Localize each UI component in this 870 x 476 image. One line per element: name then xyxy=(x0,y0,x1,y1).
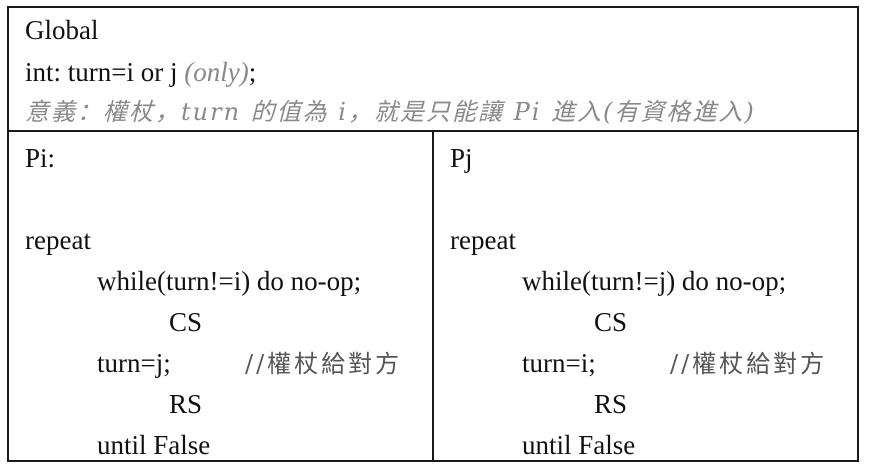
declaration-text: int: turn=i or j xyxy=(25,57,185,87)
pj-comment: //權杖給對方 xyxy=(670,350,828,378)
pj-header: Pj xyxy=(450,143,473,173)
pi-repeat: repeat xyxy=(25,225,91,255)
pi-rs: RS xyxy=(169,389,203,419)
declaration-end: ; xyxy=(248,57,257,87)
pi-assign: turn=j; xyxy=(97,348,171,378)
pi-cs: CS xyxy=(169,307,203,337)
pj-assign: turn=i; xyxy=(522,348,596,378)
algorithm-table: Global int: turn=i or j (only); 意義：權杖，tu… xyxy=(7,6,859,462)
global-title: Global xyxy=(25,15,99,45)
pj-rs: RS xyxy=(594,389,628,419)
pi-until: until False xyxy=(97,430,211,460)
pi-header: Pi: xyxy=(25,143,56,173)
pj-cs: CS xyxy=(594,307,628,337)
pi-while: while(turn!=i) do no-op; xyxy=(97,266,362,296)
declaration-only: (only) xyxy=(184,57,249,87)
process-pj-column: Pj repeat while(turn!=j) do no-op; CS tu… xyxy=(434,132,859,462)
global-note: 意義：權杖，turn 的值為 i，就是只能讓 Pi 進入(有資格進入) xyxy=(25,98,756,126)
pj-until: until False xyxy=(522,430,636,460)
process-pi-column: Pi: repeat while(turn!=i) do no-op; CS t… xyxy=(9,132,434,462)
pj-repeat: repeat xyxy=(450,225,516,255)
global-section: Global int: turn=i or j (only); 意義：權杖，tu… xyxy=(9,8,857,132)
pj-while: while(turn!=j) do no-op; xyxy=(522,266,787,296)
global-declaration: int: turn=i or j (only); xyxy=(25,56,256,88)
pi-comment: //權杖給對方 xyxy=(245,350,403,378)
